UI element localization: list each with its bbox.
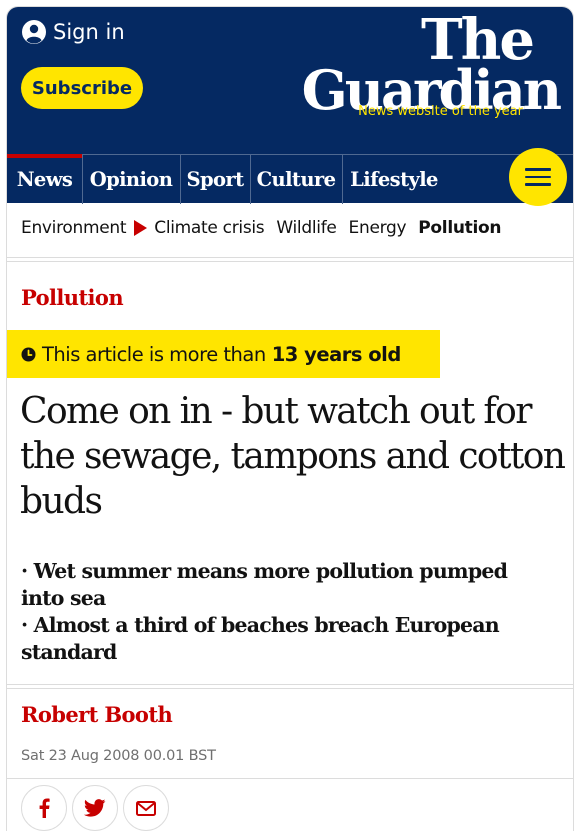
masthead: Sign in Subscribe The Guardian News webs… (7, 7, 573, 206)
standfirst-point: · Wet summer means more pollution pumped… (21, 559, 508, 610)
article-page: Sign in Subscribe The Guardian News webs… (6, 6, 574, 831)
share-email-button[interactable] (123, 785, 169, 831)
publish-date: Sat 23 Aug 2008 00.01 BST (21, 748, 216, 764)
standfirst: · Wet summer means more pollution pumped… (21, 558, 551, 666)
sign-in-link[interactable]: Sign in (21, 19, 125, 45)
age-notice-text: This article is more than (42, 342, 266, 366)
tagline: News website of the year (358, 104, 523, 119)
age-notice-years: 13 years old (271, 342, 402, 366)
author-byline[interactable]: Robert Booth (21, 702, 173, 727)
primary-nav: News Opinion Sport Culture Lifestyle (7, 154, 573, 204)
subnav-item-energy[interactable]: Energy (349, 218, 407, 238)
nav-item-news[interactable]: News (7, 154, 83, 204)
sub-nav: Environment Climate crisis Wildlife Ener… (7, 203, 573, 253)
nav-item-opinion[interactable]: Opinion (82, 155, 181, 204)
sign-in-label: Sign in (53, 20, 125, 44)
nav-item-lifestyle[interactable]: Lifestyle (342, 155, 446, 204)
article-age-notice: This article is more than 13 years old (7, 330, 440, 378)
menu-button[interactable] (509, 148, 567, 206)
divider (7, 778, 573, 779)
hamburger-icon-bar (525, 175, 551, 179)
section-label[interactable]: Pollution (21, 285, 124, 310)
nav-item-culture[interactable]: Culture (250, 155, 343, 204)
subnav-item-pollution[interactable]: Pollution (418, 218, 501, 238)
divider (7, 257, 573, 262)
subnav-item-wildlife[interactable]: Wildlife (276, 218, 336, 238)
subnav-item-environment[interactable]: Environment (21, 218, 127, 238)
hamburger-icon-bar (525, 168, 551, 171)
clock-icon (21, 347, 36, 361)
share-twitter-button[interactable] (72, 785, 118, 831)
headline: Come on in - but watch out for the sewag… (20, 391, 566, 522)
nav-item-sport[interactable]: Sport (180, 155, 251, 204)
standfirst-point: · Almost a third of beaches breach Europ… (21, 613, 500, 664)
subnav-item-climate-crisis[interactable]: Climate crisis (154, 218, 264, 238)
divider (7, 684, 573, 689)
facebook-icon (39, 798, 50, 818)
user-icon (22, 20, 46, 44)
subscribe-button[interactable]: Subscribe (21, 67, 143, 109)
share-facebook-button[interactable] (21, 785, 67, 831)
play-arrow-icon (134, 220, 148, 236)
hamburger-icon-bar (525, 183, 551, 186)
email-icon (136, 800, 156, 816)
twitter-icon (84, 799, 106, 817)
